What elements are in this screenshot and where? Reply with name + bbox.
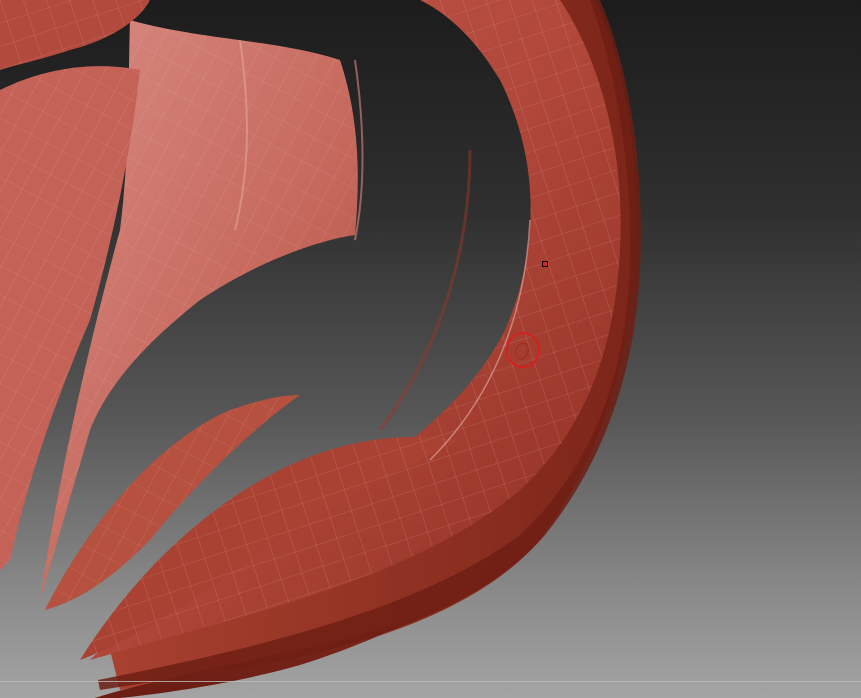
hair-mesh-model[interactable] [0, 0, 861, 698]
fold-crease-3 [378, 149, 472, 431]
brush-ring-icon [506, 332, 540, 368]
focal-point-icon [542, 261, 548, 267]
floor-grid-line [0, 681, 861, 682]
3d-viewport[interactable] [0, 0, 861, 698]
